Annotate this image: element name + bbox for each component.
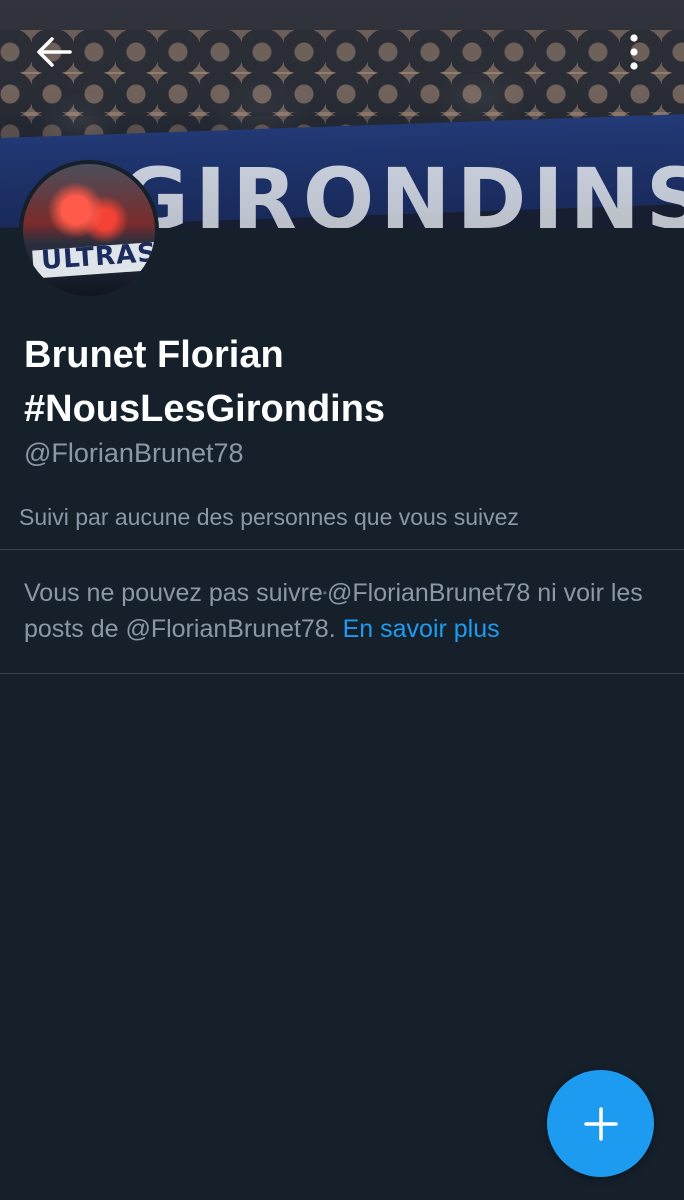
profile-screen: GIRONDINS ULTRAS Brunet Florian #NousLes… bbox=[0, 0, 684, 1200]
more-options-button[interactable] bbox=[606, 24, 662, 80]
learn-more-link[interactable]: En savoir plus bbox=[343, 615, 500, 643]
profile-handle: @FlorianBrunet78 bbox=[24, 438, 244, 468]
divider bbox=[0, 549, 684, 550]
compose-fab-button[interactable] bbox=[547, 1070, 654, 1177]
followed-by-text: Suivi par aucune des personnes que vous … bbox=[19, 504, 519, 530]
arrow-left-icon bbox=[37, 37, 72, 67]
notice-text-part1: Vous ne pouvez pas suivre bbox=[24, 579, 323, 607]
more-vertical-icon bbox=[630, 34, 638, 70]
avatar[interactable]: ULTRAS bbox=[19, 160, 159, 300]
display-name-line2: #NousLesGirondins bbox=[24, 388, 386, 430]
divider bbox=[0, 673, 684, 674]
plus-icon bbox=[583, 1106, 618, 1141]
blocked-notice: Vous ne pouvez pas suivre•@FlorianBrunet… bbox=[24, 579, 643, 643]
back-button[interactable] bbox=[26, 24, 82, 80]
profile-display-name: Brunet Florian #NousLesGirondins bbox=[24, 328, 664, 436]
display-name-line1: Brunet Florian bbox=[24, 334, 284, 376]
